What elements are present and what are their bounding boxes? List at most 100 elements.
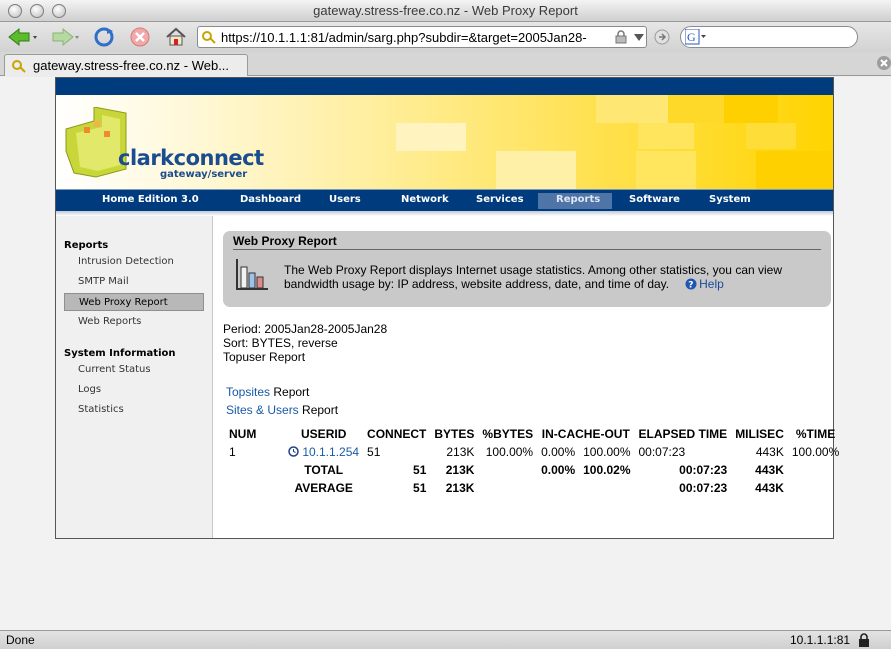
close-tab-icon[interactable] (877, 56, 891, 70)
report-sort: Sort: BYTES, reverse (223, 336, 338, 350)
total-num (225, 461, 260, 479)
svg-text:G: G (687, 30, 696, 44)
cell-in-cache: 0.00% (541, 445, 576, 459)
nav-system[interactable]: System (709, 194, 751, 205)
sidebar-heading-reports: Reports (64, 240, 109, 251)
sidebar-heading-system-information: System Information (64, 348, 176, 359)
reload-icon (94, 27, 114, 47)
sidebar-item-statistics[interactable]: Statistics (64, 401, 204, 419)
back-arrow-icon (8, 27, 37, 47)
go-arrow-icon (654, 29, 670, 45)
total-cache-out: 100.02% (583, 463, 631, 477)
search-field[interactable]: G (680, 26, 858, 48)
average-milisec: 443K (755, 481, 784, 495)
brand-name: clarkconnect (118, 146, 264, 170)
tab-title: gateway.stress-free.co.nz - Web... (33, 58, 230, 73)
help-link[interactable]: Help (699, 277, 724, 291)
browser-tab[interactable]: gateway.stress-free.co.nz - Web... (4, 54, 248, 76)
col-milisec: MILISEC (735, 427, 784, 441)
table-header-row: NUM USERID CONNECT BYTES %BYTES IN-CACHE… (225, 425, 843, 443)
home-button[interactable] (164, 25, 188, 49)
address-bar[interactable]: https://10.1.1.1:81/admin/sarg.php?subdi… (197, 26, 647, 48)
nav-dashboard[interactable]: Dashboard (240, 194, 301, 205)
total-elapsed: 00:07:23 (679, 463, 728, 477)
average-bytes: 213K (445, 481, 475, 495)
back-button[interactable] (6, 25, 38, 49)
sidebar: Reports Intrusion Detection SMTP Mail We… (56, 216, 213, 538)
secure-lock-icon[interactable] (858, 633, 870, 647)
nav-software[interactable]: Software (629, 194, 680, 205)
brand-tagline: gateway/server (160, 169, 248, 180)
col-pct-time: %TIME (795, 427, 836, 441)
average-elapsed: 00:07:23 (679, 481, 728, 495)
url-dropdown-icon (634, 34, 645, 41)
sidebar-item-current-status[interactable]: Current Status (64, 361, 204, 379)
sites-users-line: Sites & Users Report (226, 403, 338, 417)
home-icon (166, 27, 186, 46)
average-num (225, 479, 260, 497)
forward-button[interactable] (48, 25, 80, 49)
url-text[interactable]: https://10.1.1.1:81/admin/sarg.php?subdi… (221, 30, 612, 45)
topsites-suffix: Report (270, 385, 310, 399)
total-label: TOTAL (304, 463, 344, 477)
sites-users-suffix: Report (298, 403, 339, 417)
total-pct-time (788, 461, 843, 479)
average-in-cache (537, 479, 579, 497)
nav-services[interactable]: Services (476, 194, 524, 205)
top-strip (56, 78, 833, 95)
forward-arrow-icon (52, 27, 79, 47)
report-period: Period: 2005Jan28-2005Jan28 (223, 322, 388, 336)
average-connect: 51 (413, 481, 427, 495)
cell-milisec: 443K (755, 445, 784, 459)
average-pct-bytes (478, 479, 537, 497)
help-icon: ? (685, 278, 697, 291)
reload-button[interactable] (92, 25, 116, 49)
userid-link[interactable]: 10.1.1.254 (302, 445, 359, 459)
page-viewport: clarkconnect gateway/server Home Edition… (0, 77, 891, 630)
stop-button[interactable] (128, 25, 152, 49)
sidebar-item-logs[interactable]: Logs (64, 381, 204, 399)
table-row: 1 10.1.1.254 51 213K 100.00% 0.00% 100.0… (225, 443, 843, 461)
browser-toolbar: https://10.1.1.1:81/admin/sarg.php?subdi… (0, 22, 891, 52)
header-banner: clarkconnect gateway/server (56, 95, 833, 189)
status-host: 10.1.1.1:81 (790, 633, 851, 647)
cell-userid: 10.1.1.254 (260, 443, 363, 461)
report-topuser: Topuser Report (223, 350, 306, 364)
sidebar-item-smtp-mail[interactable]: SMTP Mail (64, 273, 204, 291)
col-elapsed-time: ELAPSED TIME (638, 427, 728, 441)
nav-reports[interactable]: Reports (556, 194, 600, 205)
search-engine-icon: G (685, 29, 706, 45)
cell-connect: 51 (367, 445, 381, 459)
main-navigation: Home Edition 3.0 Dashboard Users Network… (56, 189, 833, 211)
info-title: Web Proxy Report (233, 234, 337, 248)
cell-bytes: 213K (446, 445, 475, 459)
info-divider (233, 249, 821, 250)
cell-elapsed: 00:07:23 (638, 445, 686, 459)
sidebar-item-web-proxy-report[interactable]: Web Proxy Report (64, 293, 204, 311)
sidebar-item-web-reports[interactable]: Web Reports (64, 313, 204, 331)
topsites-link[interactable]: Topsites (226, 385, 270, 399)
report-info-box: Web Proxy Report The Web Proxy Report di… (223, 231, 831, 307)
window-title: gateway.stress-free.co.nz - Web Proxy Re… (313, 3, 578, 18)
topuser-table: NUM USERID CONNECT BYTES %BYTES IN-CACHE… (225, 425, 843, 497)
lock-icon (615, 30, 627, 44)
total-in-cache: 0.00% (541, 463, 576, 477)
sites-users-link[interactable]: Sites & Users (226, 403, 299, 417)
table-average-row: AVERAGE 51 213K 00:07:23 443K (225, 479, 843, 497)
topsites-line: Topsites Report (226, 385, 309, 399)
nav-users[interactable]: Users (329, 194, 361, 205)
col-num: NUM (229, 427, 257, 441)
window-titlebar: gateway.stress-free.co.nz - Web Proxy Re… (0, 0, 891, 22)
user-detail-icon (288, 446, 300, 457)
col-pct-bytes: %BYTES (482, 427, 534, 441)
average-pct-time (788, 479, 843, 497)
go-button[interactable] (652, 25, 672, 49)
total-connect: 51 (413, 463, 427, 477)
status-text: Done (6, 633, 35, 647)
nav-network[interactable]: Network (401, 194, 449, 205)
cell-num: 1 (229, 445, 236, 459)
bar-chart-icon (236, 259, 268, 290)
edition-label: Home Edition 3.0 (102, 194, 199, 205)
info-description: The Web Proxy Report displays Internet u… (284, 263, 824, 291)
sidebar-item-intrusion-detection[interactable]: Intrusion Detection (64, 253, 204, 271)
